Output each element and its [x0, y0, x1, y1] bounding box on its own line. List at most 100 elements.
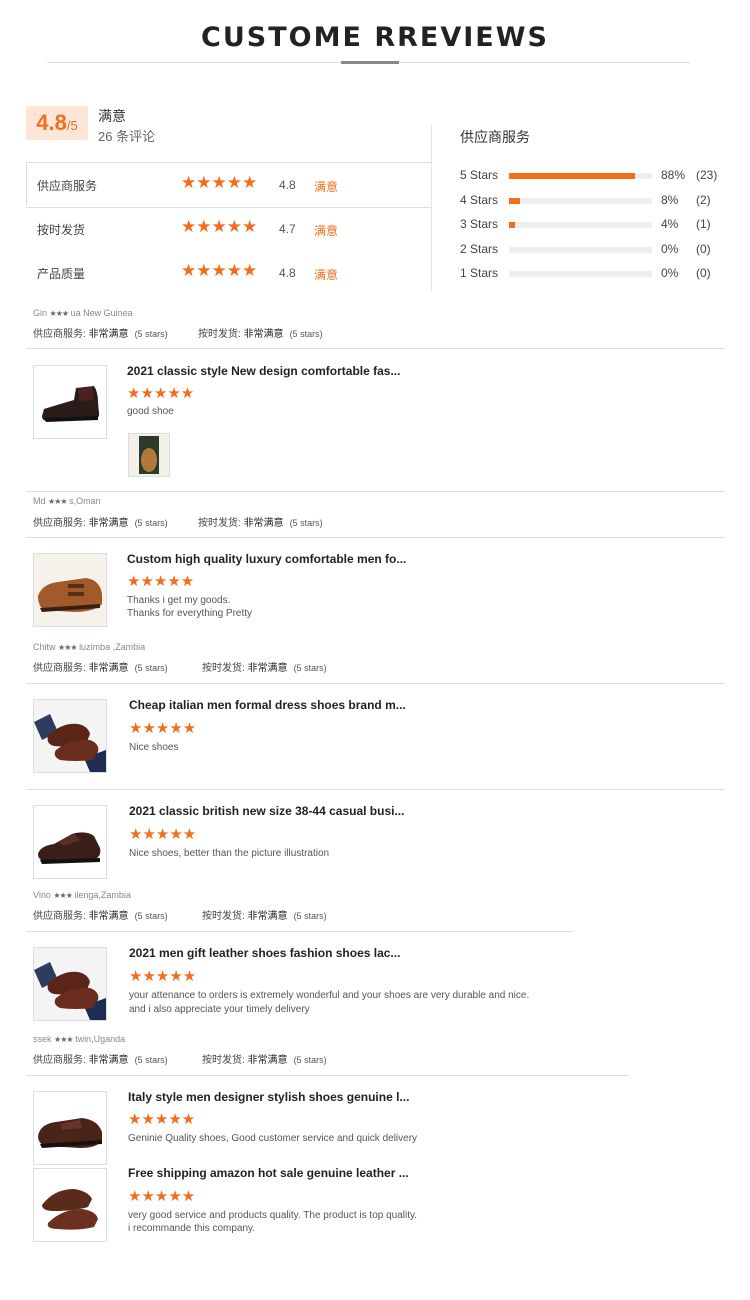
- product-thumbnail[interactable]: [33, 365, 107, 439]
- product-title[interactable]: Free shipping amazon hot sale genuine le…: [128, 1166, 409, 1180]
- distribution-label: 5 Stars: [460, 168, 499, 182]
- rating-breakdown-table: 供应商服务 ★★★★★ 4.8 满意 按时发货 ★★★★★ 4.7 满意 产品质…: [26, 127, 432, 293]
- reviewer-service-line: 供应商服务: 非常满意 (5 stars): [33, 325, 168, 340]
- product-thumbnail[interactable]: [33, 553, 107, 627]
- distribution-bar-fill: [509, 198, 521, 204]
- distribution-bar: [509, 173, 652, 179]
- review-stars: ★★★★★: [128, 1111, 196, 1128]
- supplier-service-label: 供应商服务:: [33, 518, 86, 529]
- ontime-verdict: 非常满意: [243, 518, 284, 529]
- brogue-shoes-pair-icon: [42, 1189, 98, 1230]
- reviewer-meta: Md ★★★ s,Oman: [33, 496, 101, 506]
- supplier-service-verdict: 非常满意: [88, 1055, 129, 1066]
- product-title[interactable]: 2021 classic british new size 38-44 casu…: [129, 804, 404, 818]
- review-photo[interactable]: [128, 433, 170, 477]
- rating-verdict: 满意: [314, 180, 339, 194]
- ontime-stars: (5 stars): [293, 1055, 327, 1065]
- review-stars: ★★★★★: [127, 573, 195, 590]
- distribution-percent: 4%: [661, 217, 679, 231]
- review-text: your attenance to orders is extremely wo…: [129, 990, 530, 1001]
- ontime-stars: (5 stars): [293, 663, 327, 673]
- review-stars: ★★★★★: [127, 385, 195, 402]
- review-divider: [26, 789, 725, 790]
- supplier-service-verdict: 非常满意: [88, 911, 129, 922]
- rating-stars: ★★★★★: [181, 173, 258, 192]
- distribution-bar: [509, 271, 652, 277]
- oxford-shoe-icon: [38, 832, 101, 864]
- product-thumbnail[interactable]: [33, 805, 107, 879]
- product-title[interactable]: 2021 men gift leather shoes fashion shoe…: [129, 946, 400, 960]
- reviewer-stars: ★★★: [53, 891, 72, 900]
- review-stars: ★★★★★: [129, 720, 197, 737]
- supplier-service-stars: (5 stars): [134, 911, 168, 921]
- rating-value: 4.7: [279, 222, 296, 236]
- review-divider: [26, 348, 725, 349]
- supplier-service-label: 供应商服务:: [33, 329, 86, 340]
- distribution-bar-fill: [509, 173, 635, 179]
- overall-score: 4.8: [36, 110, 67, 135]
- distribution-count: (2): [696, 193, 711, 207]
- reviewer-name: Gin: [33, 308, 48, 318]
- review-stars: ★★★★★: [129, 826, 197, 843]
- reviewer-stars: ★★★: [58, 643, 77, 652]
- ontime-stars: (5 stars): [293, 911, 327, 921]
- reviewer-ontime-line: 按时发货: 非常满意 (5 stars): [198, 514, 323, 529]
- ontime-label: 按时发货:: [198, 518, 241, 529]
- distribution-count: (0): [696, 242, 711, 256]
- product-title[interactable]: Cheap italian men formal dress shoes bra…: [129, 698, 406, 712]
- distribution-label: 1 Stars: [460, 266, 499, 280]
- rating-label: 产品质量: [37, 267, 86, 281]
- supplier-service-verdict: 非常满意: [88, 329, 129, 340]
- review-divider: [26, 1075, 629, 1076]
- product-thumbnail[interactable]: [33, 1168, 107, 1242]
- reviewer-name: Vino: [33, 890, 51, 900]
- review-text: Nice shoes, better than the picture illu…: [129, 848, 330, 859]
- distribution-percent: 88%: [661, 168, 686, 182]
- distribution-percent: 0%: [661, 242, 679, 256]
- reviewer-ontime-line: 按时发货: 非常满意 (5 stars): [202, 659, 327, 674]
- review-text-line2: Thanks for everything Pretty: [127, 608, 253, 619]
- ontime-label: 按时发货:: [202, 911, 245, 922]
- distribution-row-2: 2 Stars 0% (0): [460, 242, 730, 262]
- review-text: good shoe: [127, 406, 174, 417]
- overall-score-max: /5: [66, 118, 78, 133]
- ontime-label: 按时发货:: [202, 1055, 245, 1066]
- product-title[interactable]: Italy style men designer stylish shoes g…: [128, 1090, 409, 1104]
- product-thumbnail[interactable]: [33, 699, 107, 773]
- shoe-photo-icon: [129, 434, 169, 476]
- reviewer-name: ssek: [33, 1034, 52, 1044]
- ontime-stars: (5 stars): [289, 329, 323, 339]
- reviewer-ontime-line: 按时发货: 非常满意 (5 stars): [202, 1051, 327, 1066]
- derby-shoe-icon: [38, 1118, 102, 1148]
- supplier-service-label: 供应商服务:: [33, 663, 86, 674]
- reviewer-location: s,Oman: [69, 496, 101, 506]
- supplier-service-stars: (5 stars): [134, 329, 168, 339]
- review-text: very good service and products quality. …: [128, 1210, 418, 1221]
- product-title[interactable]: Custom high quality luxury comfortable m…: [127, 552, 406, 566]
- rating-label: 供应商服务: [37, 179, 98, 193]
- distribution-title: 供应商服务: [460, 129, 530, 145]
- distribution-bar: [509, 247, 652, 253]
- distribution-label: 4 Stars: [460, 193, 499, 207]
- review-stars: ★★★★★: [129, 968, 197, 985]
- review-text-line2: and i also appreciate your timely delive…: [129, 1004, 310, 1015]
- reviewer-meta: Gin ★★★ ua New Guinea: [33, 308, 133, 318]
- reviewer-service-line: 供应商服务: 非常满意 (5 stars): [33, 514, 168, 529]
- reviewer-ontime-line: 按时发货: 非常满意 (5 stars): [198, 325, 323, 340]
- distribution-count: (1): [696, 217, 711, 231]
- summary-divider: [431, 125, 432, 292]
- product-thumbnail[interactable]: [33, 947, 107, 1021]
- product-title[interactable]: 2021 classic style New design comfortabl…: [127, 364, 400, 378]
- reviewer-service-line: 供应商服务: 非常满意 (5 stars): [33, 1051, 168, 1066]
- reviewer-meta: Vino ★★★ ilenga,Zambia: [33, 890, 131, 900]
- product-thumbnail[interactable]: [33, 1091, 107, 1165]
- reviewer-service-line: 供应商服务: 非常满意 (5 stars): [33, 659, 168, 674]
- monk-strap-shoe-icon: [34, 554, 106, 626]
- ontime-verdict: 非常满意: [247, 663, 288, 674]
- review-divider: [26, 683, 725, 684]
- review-divider: [26, 537, 725, 538]
- distribution-percent: 8%: [661, 193, 679, 207]
- rating-label: 按时发货: [37, 223, 86, 237]
- oxford-shoes-pair-icon: [34, 700, 106, 772]
- title-accent-bar: [341, 61, 399, 64]
